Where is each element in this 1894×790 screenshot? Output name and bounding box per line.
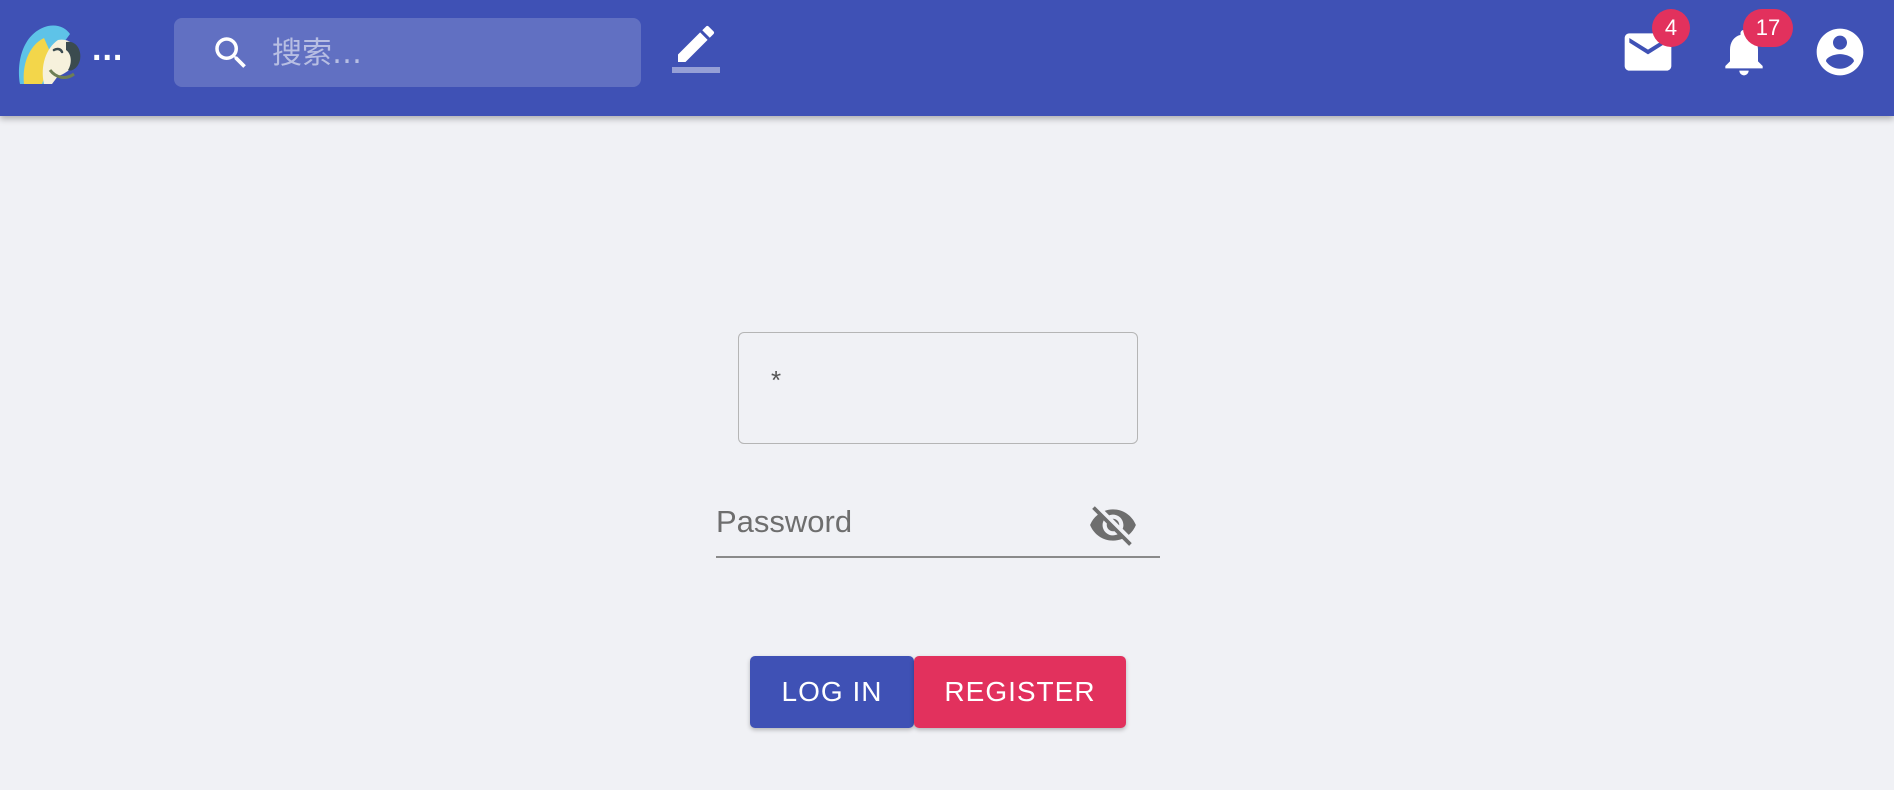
toggle-password-visibility-button[interactable] (1088, 500, 1138, 550)
register-button[interactable]: REGISTER (914, 656, 1126, 728)
mail-count-badge: 4 (1652, 9, 1690, 47)
parrot-logo-icon[interactable] (14, 20, 82, 84)
search-bar[interactable] (174, 18, 641, 89)
pencil-icon (672, 25, 724, 78)
login-page: * Password LOG IN REGISTER (0, 116, 1894, 790)
password-field[interactable]: Password (716, 492, 1160, 558)
account-circle-icon (1812, 28, 1868, 84)
mail-icon (1620, 33, 1676, 84)
search-icon (210, 32, 252, 74)
username-field[interactable]: * (738, 332, 1138, 444)
password-label: Password (716, 504, 853, 539)
search-input[interactable] (270, 18, 624, 89)
username-label: * (771, 365, 782, 395)
login-button[interactable]: LOG IN (750, 656, 914, 728)
site-title[interactable]: ... (92, 30, 123, 69)
bell-icon (1716, 29, 1772, 84)
notifications-count-badge: 17 (1743, 9, 1793, 47)
edit-button[interactable] (672, 20, 724, 74)
account-button[interactable] (1812, 24, 1868, 80)
visibility-off-icon (1088, 506, 1138, 554)
app-bar: ... 4 17 (0, 0, 1894, 116)
